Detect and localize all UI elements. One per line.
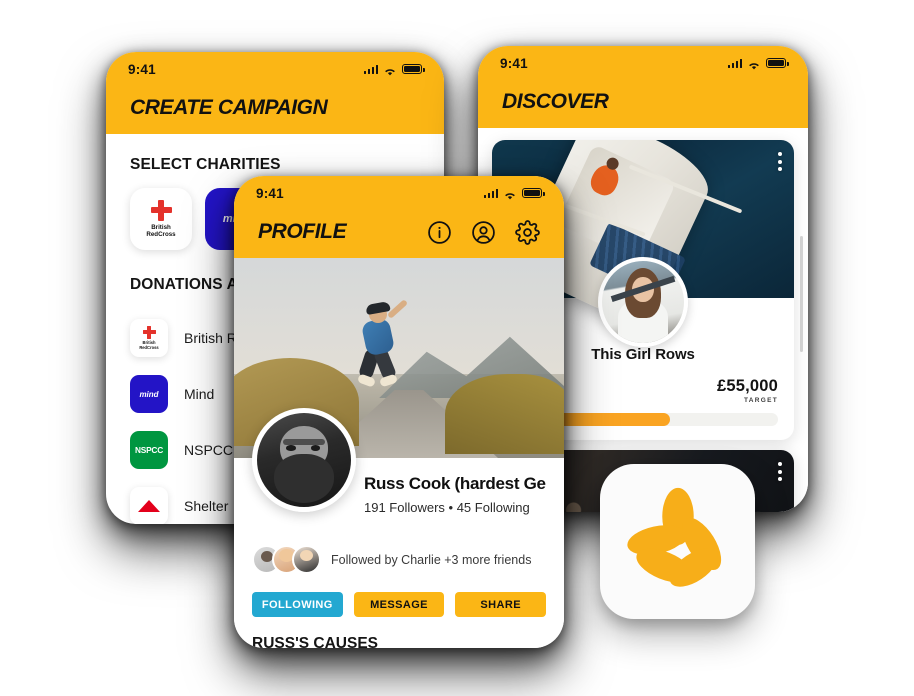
header-icon-group [427,219,540,245]
shelter-logo [130,487,168,524]
avatar[interactable] [252,408,356,512]
followed-by-row: Followed by Charlie +3 more friends [252,545,546,574]
wifi-icon [503,188,517,199]
app-header: CREATE CAMPAIGN [106,82,444,134]
profile-action-buttons: FOLLOWING MESSAGE SHARE [252,592,547,617]
user-name: Russ Cook (hardest Gee.. [364,474,546,493]
five-petal-star-logo [626,487,721,587]
nspcc-logo: NSPCC [130,431,168,469]
more-vertical-icon[interactable] [778,152,782,171]
signal-bars-icon [483,188,498,198]
skateboarder-figure [354,299,412,390]
status-icons [483,187,545,199]
share-button[interactable]: SHARE [455,592,547,617]
following-button[interactable]: FOLLOWING [252,592,343,617]
list-item-label: Shelter [184,498,229,514]
info-icon[interactable] [427,220,452,245]
battery-icon [522,187,545,199]
facepile [252,545,321,574]
mockup-stage: 9:41 CREATE CAMPAIGN SELECT CHARITIES Br… [0,0,914,696]
phone-profile: 9:41 PROFILE Russ Cook (hardest Gee.. 19… [234,176,564,648]
status-time: 9:41 [500,55,528,71]
profile-info: Russ Cook (hardest Gee.. 191 Followers •… [234,408,564,648]
more-vertical-icon[interactable] [778,462,782,481]
avatar [292,545,321,574]
wifi-icon [383,64,397,75]
battery-icon [402,63,425,75]
app-header: PROFILE [234,206,564,258]
message-button[interactable]: MESSAGE [353,592,445,617]
section-title-select-charities: SELECT CHARITIES [130,156,281,173]
chip-label: British RedCross [146,223,176,238]
followed-by-text: Followed by Charlie +3 more friends [331,552,532,567]
list-item-label: NSPCC [184,442,234,458]
wifi-icon [747,58,761,69]
status-bar: 9:41 [106,52,444,82]
app-header: DISCOVER [478,76,808,128]
status-time: 9:41 [256,185,284,201]
status-bar: 9:41 [234,176,564,206]
page-title: DISCOVER [502,90,609,113]
page-title: CREATE CAMPAIGN [130,96,328,119]
status-time: 9:41 [128,61,156,77]
british-red-cross-logo [150,199,172,221]
battery-icon [766,57,789,69]
status-bar: 9:41 [478,46,808,76]
british-red-cross-logo: British RedCross [130,319,168,357]
status-icons [727,57,789,69]
account-icon[interactable] [471,220,496,245]
charity-chip-british-red-cross[interactable]: British RedCross [130,188,192,250]
list-item-label: Mind [184,386,215,402]
page-title: PROFILE [258,220,347,243]
signal-bars-icon [727,58,742,68]
section-title-causes: RUSS'S CAUSES [252,635,378,648]
signal-bars-icon [363,64,378,74]
campaign-avatar [598,257,688,347]
follower-stats: 191 Followers • 45 Following [364,500,530,515]
settings-gear-icon[interactable] [515,219,540,245]
scrollbar[interactable] [800,236,803,352]
app-logo-tile [600,464,755,619]
status-icons [363,63,425,75]
mind-logo: mind [130,375,168,413]
